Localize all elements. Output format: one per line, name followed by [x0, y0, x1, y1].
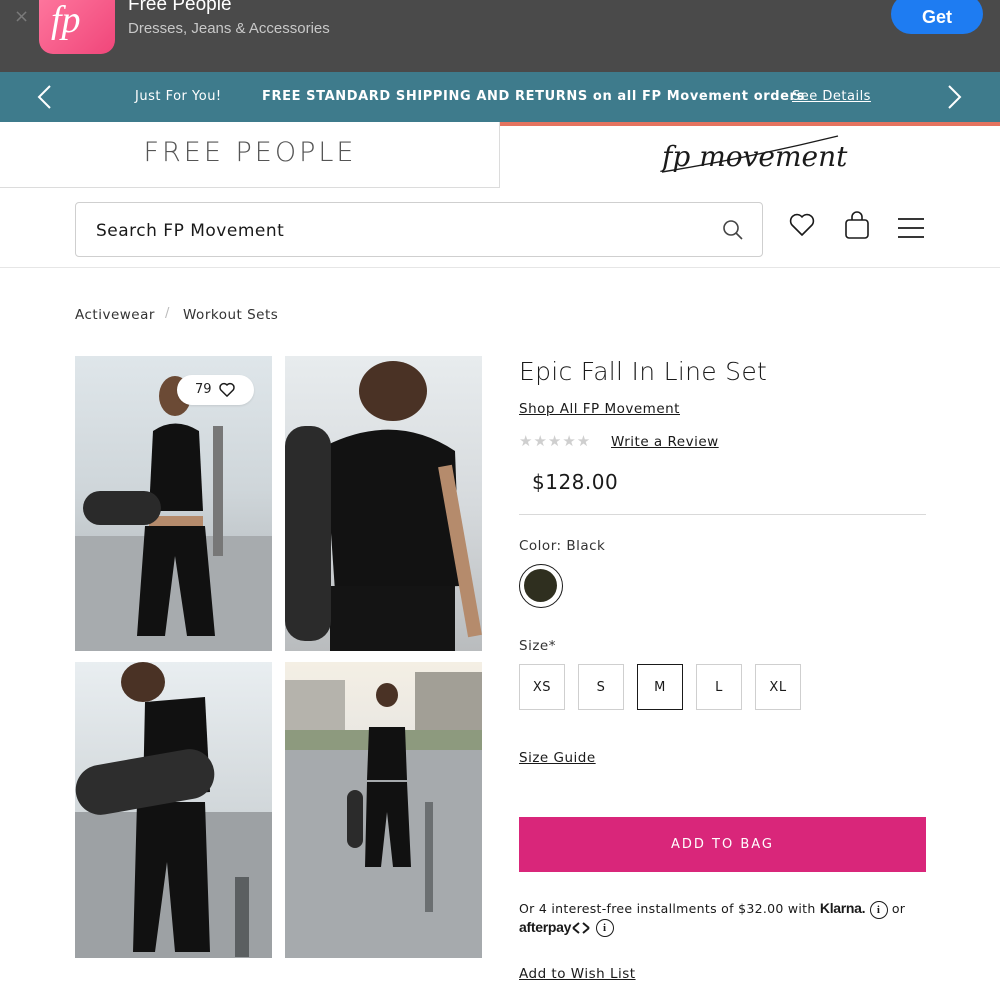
promo-label: Just For You! — [135, 89, 222, 104]
size-label: Size* — [519, 638, 556, 654]
klarna-logo: Klarna. — [819, 900, 866, 916]
model-side-illustration — [75, 662, 272, 958]
add-to-bag-button[interactable]: ADD TO BAG — [519, 817, 926, 872]
tab-free-people[interactable]: FREE PEOPLE — [0, 122, 500, 188]
like-button[interactable]: 79 — [177, 375, 254, 405]
or-text: or — [891, 901, 906, 916]
fp-logo-text: fp — [51, 0, 81, 41]
product-price: $128.00 — [532, 470, 619, 494]
like-count: 79 — [195, 382, 212, 397]
app-install-banner: × fp Free People Dresses, Jeans & Access… — [0, 0, 1000, 72]
installments-text: Or 4 interest-free installments of $32.0… — [519, 901, 816, 916]
afterpay-info-icon[interactable]: i — [595, 919, 614, 937]
search-input[interactable] — [94, 215, 698, 247]
swatch-fill — [524, 569, 557, 602]
get-app-button[interactable]: Get — [891, 0, 983, 34]
breadcrumb-activewear[interactable]: Activewear — [75, 307, 155, 323]
header-divider — [0, 267, 1000, 268]
afterpay-line: afterpay i — [519, 919, 614, 937]
fp-logo-icon: fp — [51, 0, 81, 41]
afterpay-arrows-icon — [572, 922, 590, 934]
fp-movement-logo: fp movement — [660, 135, 848, 173]
app-icon: fp — [39, 0, 115, 54]
model-back-illustration — [285, 361, 482, 651]
size-option-m[interactable]: M — [637, 664, 683, 710]
model-walking-illustration — [285, 672, 482, 958]
promo-message: FREE STANDARD SHIPPING AND RETURNS on al… — [262, 89, 805, 104]
menu-icon[interactable] — [897, 216, 925, 240]
breadcrumb-separator: / — [165, 306, 170, 321]
price-divider — [519, 514, 926, 515]
size-option-xs[interactable]: XS — [519, 664, 565, 710]
product-photo-2[interactable] — [285, 356, 482, 651]
chevron-right-icon[interactable] — [944, 82, 964, 112]
shopping-bag-icon[interactable] — [843, 211, 871, 241]
product-photo-4[interactable] — [285, 662, 482, 958]
installments-line: Or 4 interest-free installments of $32.0… — [519, 900, 905, 919]
search-icon[interactable] — [721, 218, 745, 242]
close-banner-button[interactable]: × — [14, 6, 29, 27]
search-bar[interactable] — [75, 202, 763, 257]
size-option-xl[interactable]: XL — [755, 664, 801, 710]
color-swatch-black[interactable] — [519, 564, 563, 608]
free-people-wordmark: FREE PEOPLE — [143, 137, 357, 168]
klarna-info-icon[interactable]: i — [869, 900, 888, 919]
size-option-s[interactable]: S — [578, 664, 624, 710]
see-details-link[interactable]: See Details — [792, 89, 871, 104]
tab-fp-movement[interactable]: fp movement — [500, 122, 1000, 188]
product-photo-3[interactable] — [75, 662, 272, 958]
app-name: Free People — [128, 0, 232, 15]
shop-all-link[interactable]: Shop All FP Movement — [519, 401, 680, 417]
breadcrumb-workout-sets[interactable]: Workout Sets — [183, 307, 278, 323]
wishlist-heart-icon[interactable] — [788, 212, 816, 238]
write-review-link[interactable]: Write a Review — [611, 434, 719, 450]
color-label: Color: Black — [519, 538, 606, 554]
chevron-left-icon[interactable] — [35, 82, 55, 112]
promo-bar: Just For You! FREE STANDARD SHIPPING AND… — [0, 72, 1000, 122]
afterpay-logo: afterpay — [519, 919, 572, 935]
size-guide-link[interactable]: Size Guide — [519, 750, 596, 766]
app-subtitle: Dresses, Jeans & Accessories — [128, 20, 330, 37]
add-to-wish-list-link[interactable]: Add to Wish List — [519, 966, 636, 982]
size-option-l[interactable]: L — [696, 664, 742, 710]
heart-icon — [219, 382, 235, 397]
product-title: Epic Fall In Line Set — [519, 357, 768, 386]
rating-stars: ★★★★★ — [519, 432, 592, 450]
